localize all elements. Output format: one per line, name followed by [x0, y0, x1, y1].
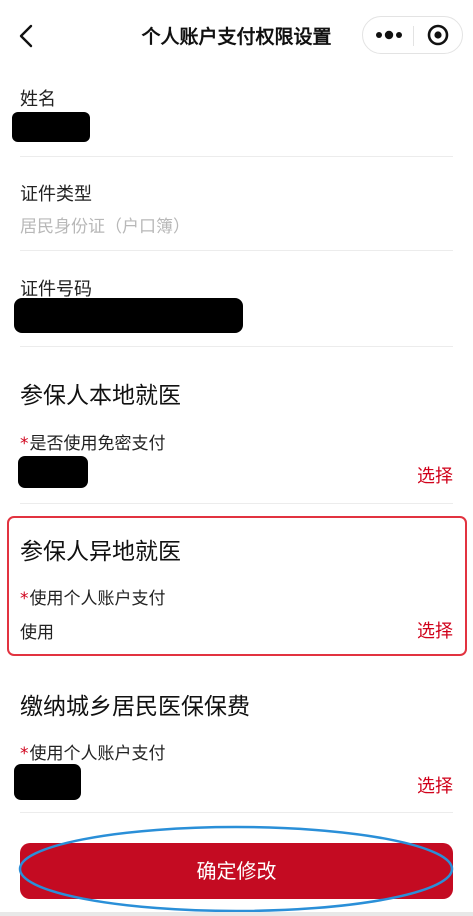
- name-redacted: [12, 112, 90, 142]
- section-title-premium-payment: 缴纳城乡居民医保保费: [20, 694, 250, 720]
- id-type-value: 居民身份证（户口簿）: [20, 217, 190, 237]
- mini-program-capsule: [362, 16, 463, 54]
- field-label-use-personal-account: *使用个人账户支付: [20, 744, 166, 764]
- choose-button-local[interactable]: 选择: [417, 462, 453, 488]
- choose-button-premium[interactable]: 选择: [417, 772, 453, 798]
- value-redacted: [14, 764, 81, 800]
- bottom-edge: [0, 912, 473, 916]
- divider: [20, 346, 453, 347]
- required-mark: *: [20, 434, 29, 454]
- id-number-redacted: [14, 298, 243, 333]
- section-title-local-medical: 参保人本地就医: [20, 383, 181, 409]
- name-label: 姓名: [20, 89, 56, 110]
- field-label-password-free: *是否使用免密支付: [20, 434, 166, 454]
- value-redacted: [18, 456, 88, 488]
- divider: [20, 503, 453, 504]
- confirm-modify-button[interactable]: 确定修改: [20, 843, 453, 899]
- section-title-remote-medical: 参保人异地就医: [20, 539, 181, 565]
- close-mini-program-icon[interactable]: [414, 17, 462, 53]
- required-mark: *: [20, 744, 29, 764]
- field-label-use-personal-account: *使用个人账户支付: [20, 589, 166, 609]
- nav-bar: 个人账户支付权限设置: [0, 0, 473, 72]
- divider: [20, 812, 453, 813]
- id-type-label: 证件类型: [20, 184, 92, 205]
- choose-button-remote[interactable]: 选择: [417, 617, 453, 643]
- required-mark: *: [20, 589, 29, 609]
- divider: [20, 156, 453, 157]
- value-use: 使用: [20, 623, 54, 643]
- divider: [20, 250, 453, 251]
- more-icon[interactable]: [363, 17, 413, 53]
